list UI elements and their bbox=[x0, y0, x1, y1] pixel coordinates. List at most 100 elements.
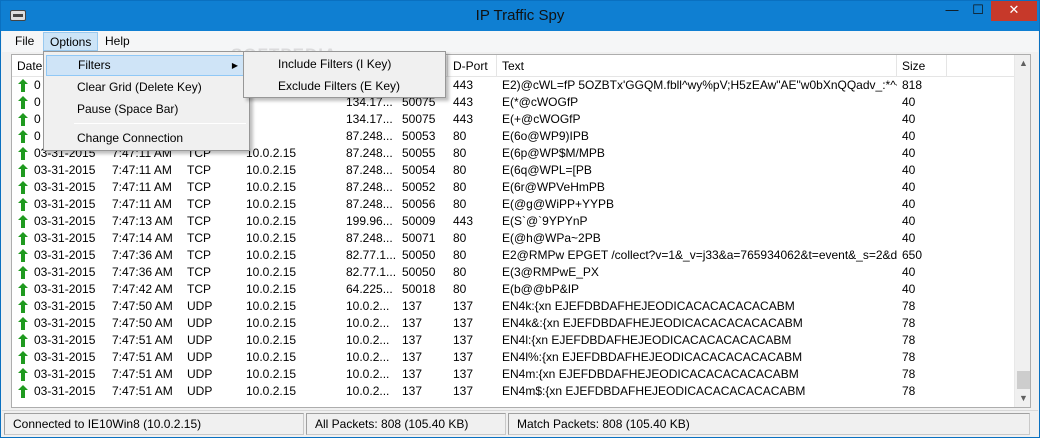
table-row[interactable]: 03-31-2015 7:47:42 AM TCP 10.0.2.15 64.225..… bbox=[12, 281, 1014, 298]
cell-s-port: 50055 bbox=[402, 146, 436, 160]
close-button[interactable]: ✕ bbox=[991, 1, 1037, 21]
cell-s-port: 50009 bbox=[402, 214, 436, 228]
cell-dest-ip: 10.0.2... bbox=[346, 316, 390, 330]
cell-protocol: TCP bbox=[187, 282, 211, 296]
cell-date: 03-31-2015 bbox=[34, 231, 96, 245]
table-row[interactable]: 03-31-2015 7:47:11 AM TCP 10.0.2.15 87.248..… bbox=[12, 179, 1014, 196]
cell-source-ip: 10.0.2.15 bbox=[246, 265, 297, 279]
menu-item-include-filters[interactable]: Include Filters (I Key) bbox=[247, 54, 442, 75]
cell-protocol: TCP bbox=[187, 231, 211, 245]
cell-date: 03-31-2015 bbox=[34, 384, 96, 398]
cell-dest-ip: 87.248... bbox=[346, 163, 393, 177]
table-row[interactable]: 03-31-2015 7:47:11 AM TCP 10.0.2.15 87.248..… bbox=[12, 196, 1014, 213]
cell-size: 650 bbox=[902, 248, 923, 262]
table-row[interactable]: 03-31-2015 7:47:11 AM TCP 10.0.2.15 87.248..… bbox=[12, 162, 1014, 179]
menu-separator bbox=[74, 123, 246, 124]
cell-date: 03-31-2015 bbox=[34, 214, 96, 228]
cell-time: 7:47:13 AM bbox=[112, 214, 173, 228]
cell-source-ip: 10.0.2.15 bbox=[246, 333, 297, 347]
menu-item-clear-grid[interactable]: Clear Grid (Delete Key) bbox=[46, 77, 247, 98]
cell-text: E(*@cWOGfP bbox=[502, 95, 579, 109]
cell-date: 03-31-2015 bbox=[34, 282, 96, 296]
column-header-text[interactable]: Text bbox=[497, 55, 897, 77]
cell-size: 40 bbox=[902, 163, 916, 177]
cell-time: 7:47:11 AM bbox=[112, 197, 172, 211]
cell-d-port: 80 bbox=[453, 129, 467, 143]
menu-item-change-connection[interactable]: Change Connection bbox=[46, 128, 247, 149]
cell-text: EN4k:{xn EJEFDBDAFHEJEODICACACACACACABM bbox=[502, 299, 795, 313]
cell-s-port: 137 bbox=[402, 367, 423, 381]
table-row[interactable]: 03-31-2015 7:47:51 AM UDP 10.0.2.15 10.0.2..… bbox=[12, 332, 1014, 349]
minimize-button[interactable]: — bbox=[939, 1, 965, 21]
cell-source-ip bbox=[241, 128, 341, 145]
cell-protocol: TCP bbox=[187, 197, 211, 211]
column-header-d-port[interactable]: D-Port bbox=[448, 55, 497, 77]
cell-size: 78 bbox=[902, 350, 916, 364]
scroll-down-button[interactable]: ▼ bbox=[1015, 390, 1030, 407]
column-header-size[interactable]: Size bbox=[897, 55, 947, 77]
table-row[interactable]: 03-31-2015 7:47:13 AM TCP 10.0.2.15 199.96..… bbox=[12, 213, 1014, 230]
cell-size: 40 bbox=[902, 197, 916, 211]
cell-d-port: 80 bbox=[453, 248, 467, 262]
cell-protocol: TCP bbox=[187, 180, 211, 194]
menu-item-filters-label: Filters bbox=[78, 58, 111, 72]
menu-item-exclude-filters[interactable]: Exclude Filters (E Key) bbox=[247, 76, 442, 97]
cell-d-port: 443 bbox=[453, 78, 474, 92]
cell-size: 40 bbox=[902, 95, 916, 109]
cell-date: 03-31-2015 bbox=[34, 299, 96, 313]
menu-item-pause[interactable]: Pause (Space Bar) bbox=[46, 99, 247, 120]
menu-help[interactable]: Help bbox=[99, 32, 136, 51]
cell-d-port: 137 bbox=[453, 367, 474, 381]
cell-d-port: 80 bbox=[453, 180, 467, 194]
cell-source-ip: 10.0.2.15 bbox=[246, 197, 297, 211]
cell-text: E(@g@WiPP+YYPB bbox=[502, 197, 615, 211]
table-row[interactable]: 03-31-2015 7:47:51 AM UDP 10.0.2.15 10.0.2..… bbox=[12, 383, 1014, 400]
cell-protocol: TCP bbox=[187, 163, 211, 177]
table-row[interactable]: 03-31-2015 7:47:50 AM UDP 10.0.2.15 10.0.2..… bbox=[12, 315, 1014, 332]
maximize-button[interactable]: ☐ bbox=[965, 1, 991, 21]
title-bar[interactable]: IP Traffic Spy — ☐ ✕ bbox=[1, 1, 1039, 31]
vertical-scrollbar[interactable]: ▲ ▼ bbox=[1014, 55, 1030, 407]
cell-dest-ip: 64.225... bbox=[346, 282, 393, 296]
table-row[interactable]: 03-31-2015 7:47:36 AM TCP 10.0.2.15 82.77.1.… bbox=[12, 247, 1014, 264]
menu-options[interactable]: Options bbox=[43, 32, 99, 51]
scroll-up-button[interactable]: ▲ bbox=[1015, 55, 1030, 72]
cell-s-port: 50052 bbox=[402, 180, 436, 194]
cell-time: 7:47:51 AM bbox=[112, 350, 173, 364]
cell-d-port: 80 bbox=[453, 163, 467, 177]
menu-file[interactable]: File bbox=[9, 32, 40, 51]
table-row[interactable]: 03-31-2015 7:47:14 AM TCP 10.0.2.15 87.248..… bbox=[12, 230, 1014, 247]
cell-source-ip: 10.0.2.15 bbox=[246, 299, 297, 313]
cell-date: 03-31-2015 bbox=[34, 333, 96, 347]
menu-item-filters[interactable]: Filters ▶ bbox=[46, 55, 247, 76]
submenu-arrow-icon: ▶ bbox=[231, 61, 238, 70]
status-connection: Connected to IE10Win8 (10.0.2.15) bbox=[4, 413, 304, 435]
cell-d-port: 137 bbox=[453, 384, 474, 398]
status-match-packets: Match Packets: 808 (105.40 KB) bbox=[508, 413, 1030, 435]
cell-time: 7:47:51 AM bbox=[112, 333, 173, 347]
cell-source-ip: 10.0.2.15 bbox=[246, 384, 297, 398]
cell-protocol: UDP bbox=[187, 316, 213, 330]
cell-dest-ip: 87.248... bbox=[346, 129, 393, 143]
cell-time: 7:47:51 AM bbox=[112, 384, 173, 398]
table-row[interactable]: 03-31-2015 7:47:50 AM UDP 10.0.2.15 10.0.2..… bbox=[12, 298, 1014, 315]
table-row[interactable]: 03-31-2015 7:47:36 AM TCP 10.0.2.15 82.77.1.… bbox=[12, 264, 1014, 281]
cell-source-ip: 10.0.2.15 bbox=[246, 316, 297, 330]
options-dropdown: Filters ▶ Clear Grid (Delete Key) Pause … bbox=[43, 51, 250, 151]
table-row[interactable]: 03-31-2015 7:47:51 AM UDP 10.0.2.15 10.0.2..… bbox=[12, 366, 1014, 383]
cell-s-port: 50071 bbox=[402, 231, 436, 245]
cell-d-port: 80 bbox=[453, 146, 467, 160]
table-row[interactable]: 03-31-2015 7:47:51 AM UDP 10.0.2.15 10.0.2..… bbox=[12, 349, 1014, 366]
scroll-thumb[interactable] bbox=[1017, 371, 1030, 389]
cell-text: EN4l:{xn EJEFDBDAFHEJEODICACACACACACABM bbox=[502, 333, 792, 347]
cell-s-port: 137 bbox=[402, 384, 423, 398]
cell-text: E2@RMPw EPGET /collect?v=1&_v=j33&a=7659… bbox=[502, 248, 897, 262]
status-bar: Connected to IE10Win8 (10.0.2.15) All Pa… bbox=[2, 410, 1038, 437]
cell-text: E(3@RMPwE_PX bbox=[502, 265, 599, 279]
cell-d-port: 137 bbox=[453, 299, 474, 313]
cell-s-port: 50056 bbox=[402, 197, 436, 211]
cell-time: 7:47:51 AM bbox=[112, 367, 173, 381]
cell-text: EN4k&:{xn EJEFDBDAFHEJEODICACACACACACABM bbox=[502, 316, 803, 330]
cell-s-port: 50075 bbox=[402, 112, 436, 126]
cell-source-ip: 10.0.2.15 bbox=[246, 180, 297, 194]
